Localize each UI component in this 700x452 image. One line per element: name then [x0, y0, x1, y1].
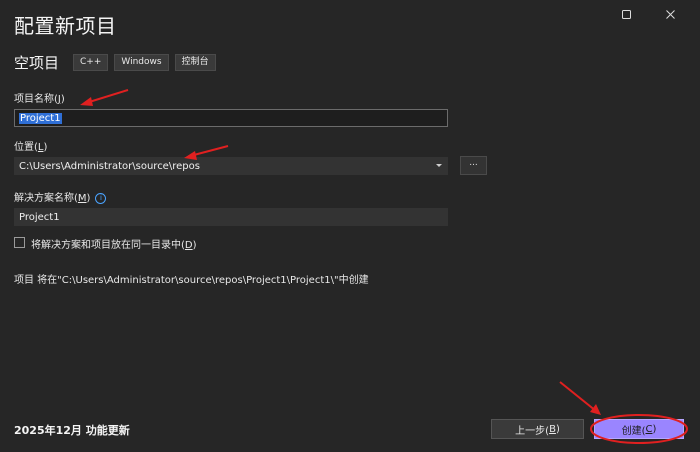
dropdown-arrow-icon[interactable]	[436, 164, 442, 167]
project-name-value: Project1	[19, 112, 62, 124]
project-path-info: 项目 将在"C:\Users\Administrator\source\repo…	[14, 275, 369, 286]
dialog-title: 配置新项目	[14, 14, 117, 38]
maximize-icon	[621, 9, 631, 19]
project-name-label: 项目名称(J)	[14, 94, 65, 105]
location-combobox[interactable]: C:\Users\Administrator\source\repos	[14, 157, 448, 175]
tag-project-type: 控制台	[174, 54, 216, 71]
location-value: C:\Users\Administrator\source\repos	[19, 160, 200, 172]
location-label: 位置(L)	[14, 142, 48, 153]
configure-project-dialog: 配置新项目 空项目 C++ Windows 控制台 项目名称(J) Projec…	[0, 0, 700, 452]
create-button[interactable]: 创建(C)	[594, 419, 684, 439]
template-name: 空项目	[14, 54, 60, 72]
solution-name-label: 解决方案名称(M) i	[14, 189, 107, 204]
update-note: 2025年12月 功能更新	[14, 424, 130, 437]
annotation-arrow-location	[189, 145, 229, 157]
window-controls	[604, 4, 692, 24]
annotation-arrowhead-create	[590, 404, 601, 415]
back-button[interactable]: 上一步(B)	[491, 419, 584, 439]
close-icon	[665, 9, 675, 19]
solution-name-value: Project1	[19, 211, 60, 223]
tag-platform: Windows	[114, 54, 169, 71]
browse-button[interactable]: ...	[460, 156, 487, 175]
annotation-arrow-create	[559, 381, 597, 412]
info-icon[interactable]: i	[95, 192, 107, 204]
close-button[interactable]	[648, 4, 692, 24]
tag-language: C++	[73, 54, 109, 71]
project-name-input[interactable]: Project1	[14, 109, 448, 127]
annotation-arrowhead-project-name	[80, 97, 93, 106]
same-directory-checkbox[interactable]	[14, 237, 25, 248]
same-directory-label[interactable]: 将解决方案和项目放在同一目录中(D)	[31, 236, 197, 251]
template-row: 空项目 C++ Windows 控制台	[14, 52, 222, 73]
maximize-button[interactable]	[604, 4, 648, 24]
solution-name-input[interactable]: Project1	[14, 208, 448, 226]
annotation-arrow-project-name	[85, 89, 129, 104]
